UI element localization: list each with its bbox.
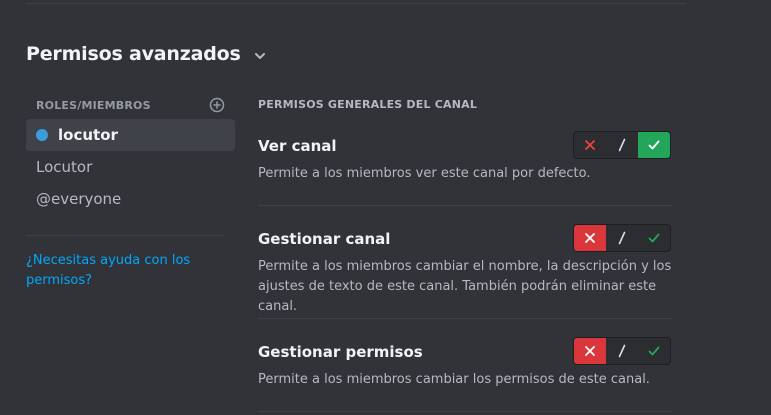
- advanced-permissions-toggle[interactable]: Permisos avanzados: [26, 43, 267, 65]
- permission-toggle: [573, 131, 671, 159]
- role-color-dot: [36, 129, 48, 141]
- permission-manage-permissions: Gestionar permisos Permite a los miembro…: [258, 337, 672, 390]
- role-item-locutor-selected[interactable]: locutor: [26, 119, 235, 151]
- neutral-button[interactable]: [606, 225, 638, 251]
- deny-button[interactable]: [574, 338, 606, 364]
- permission-description: Permite a los miembros ver este canal po…: [258, 166, 591, 181]
- top-divider: [26, 3, 686, 4]
- roles-header: ROLES/MIEMBROS: [26, 94, 235, 116]
- permissions-section-label: PERMISOS GENERALES DEL CANAL: [258, 98, 478, 111]
- plus-circle-icon[interactable]: [209, 97, 225, 113]
- x-icon: [585, 140, 595, 150]
- sidebar-divider: [26, 235, 224, 236]
- permission-manage-channel: Gestionar canal Permite a los miembros c…: [258, 224, 672, 317]
- neutral-button[interactable]: [606, 132, 638, 158]
- deny-button[interactable]: [574, 225, 606, 251]
- role-label: @everyone: [36, 190, 122, 208]
- neutral-button[interactable]: [606, 338, 638, 364]
- role-item-everyone[interactable]: @everyone: [26, 183, 235, 215]
- chevron-down-icon: [254, 53, 265, 59]
- permission-toggle: [573, 224, 671, 252]
- slash-icon: [618, 231, 626, 245]
- allow-button[interactable]: [638, 132, 670, 158]
- deny-button[interactable]: [574, 132, 606, 158]
- permission-toggle: [573, 337, 671, 365]
- check-icon: [648, 140, 660, 150]
- permission-description: Permite a los miembros cambiar el nombre…: [258, 259, 672, 314]
- permission-divider: [258, 411, 672, 412]
- check-icon: [648, 346, 660, 356]
- allow-button[interactable]: [638, 338, 670, 364]
- section-title: Permisos avanzados: [26, 43, 241, 65]
- roles-sidebar: ROLES/MIEMBROS locutor Locutor @everyone: [26, 94, 235, 215]
- help-link[interactable]: ¿Necesitas ayuda con los permisos?: [26, 251, 216, 291]
- permission-divider: [258, 205, 672, 206]
- role-label: locutor: [58, 126, 118, 144]
- check-icon: [648, 233, 660, 243]
- role-item-locutor[interactable]: Locutor: [26, 151, 235, 183]
- slash-icon: [618, 344, 626, 358]
- roles-list: locutor Locutor @everyone: [26, 119, 235, 215]
- x-icon: [585, 346, 595, 356]
- x-icon: [585, 233, 595, 243]
- permission-divider: [258, 318, 672, 319]
- permission-view-channel: Ver canal Permite a los miembros ver est…: [258, 131, 672, 184]
- slash-icon: [618, 138, 626, 152]
- permission-description: Permite a los miembros cambiar los permi…: [258, 372, 650, 387]
- role-label: Locutor: [36, 158, 93, 176]
- allow-button[interactable]: [638, 225, 670, 251]
- roles-header-label: ROLES/MIEMBROS: [36, 98, 151, 112]
